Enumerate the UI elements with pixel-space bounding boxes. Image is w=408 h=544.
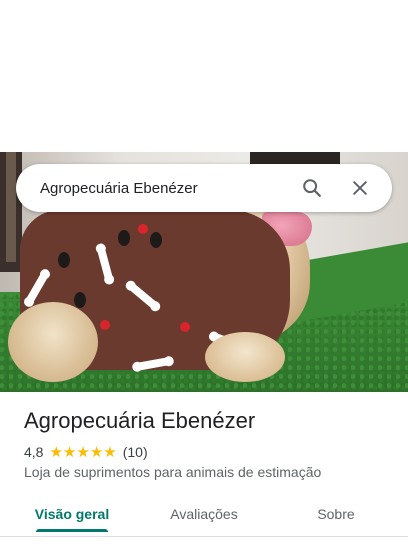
photo-paw-print: [74, 292, 86, 308]
search-icon[interactable]: [294, 170, 330, 206]
star-icon: ★: [103, 443, 117, 461]
tab-overview[interactable]: Visão geral: [24, 496, 120, 532]
tab-bar: Visão geral Avaliações Sobre: [0, 496, 408, 536]
photo-door-frame: [6, 152, 16, 262]
photo-red-dot: [138, 224, 148, 234]
tab-about[interactable]: Sobre: [300, 496, 372, 532]
photo-paw-print: [150, 232, 162, 248]
star-icon: ★: [62, 443, 77, 461]
star-icon: ★: [49, 443, 63, 461]
photo-red-dot: [180, 322, 190, 332]
tab-overview-label: Visão geral: [34, 506, 110, 522]
star-icon: ★: [89, 443, 104, 461]
search-bar[interactable]: Agropecuária Ebenézer: [16, 164, 392, 212]
close-icon[interactable]: [342, 170, 378, 206]
active-tab-indicator: [36, 529, 108, 532]
photo-paw-print: [58, 252, 70, 268]
rating-row[interactable]: 4,8 ★ ★ ★ ★ ★ (10): [24, 444, 148, 460]
tab-about-label: Sobre: [317, 506, 355, 522]
review-count[interactable]: (10): [123, 444, 148, 460]
photo-red-dot: [100, 320, 110, 330]
tab-reviews[interactable]: Avaliações: [156, 496, 252, 532]
photo-dog-leg: [8, 302, 98, 382]
star-icon: ★: [76, 443, 90, 461]
place-name: Agropecuária Ebenézer: [24, 408, 256, 433]
rating-value: 4,8: [24, 444, 44, 460]
search-input[interactable]: Agropecuária Ebenézer: [40, 180, 294, 197]
star-rating: ★ ★ ★ ★ ★: [49, 445, 116, 460]
photo-dog-paw: [205, 332, 285, 382]
tabs-divider: [0, 536, 408, 537]
place-category[interactable]: Loja de suprimentos para animais de esti…: [24, 464, 321, 480]
tab-reviews-label: Avaliações: [170, 506, 238, 522]
photo-paw-print: [118, 230, 130, 246]
map-blank-area: [0, 0, 408, 152]
